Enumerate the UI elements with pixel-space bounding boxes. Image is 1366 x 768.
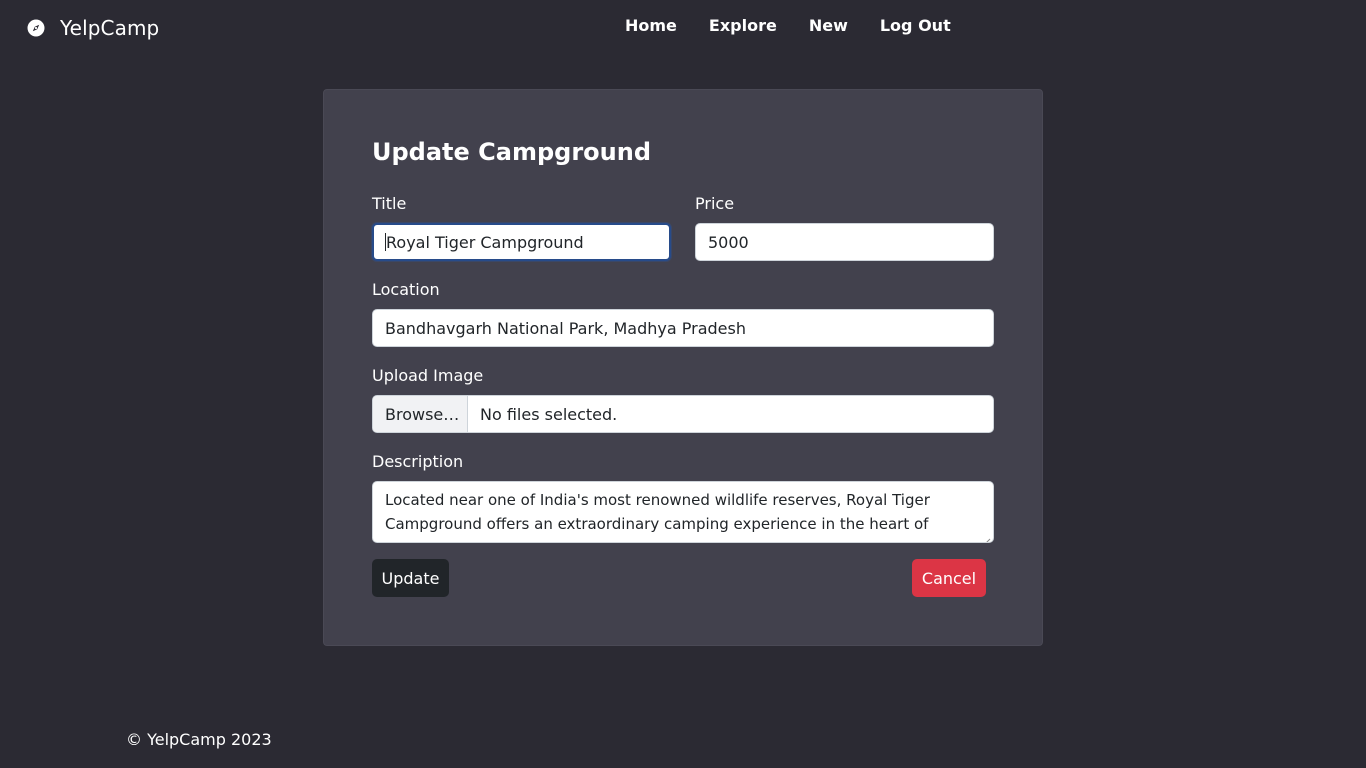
nav-link-explore[interactable]: Explore	[709, 16, 777, 36]
upload-image-label: Upload Image	[372, 366, 484, 385]
brand[interactable]: YelpCamp	[26, 15, 159, 41]
page-title: Update Campground	[372, 138, 651, 166]
resize-grip-icon[interactable]	[981, 530, 991, 542]
price-input-value: 5000	[708, 232, 749, 252]
update-button[interactable]: Update	[372, 559, 449, 597]
title-input[interactable]: Royal Tiger Campground	[372, 223, 671, 261]
location-label: Location	[372, 280, 440, 299]
update-campground-card: Update Campground Title Royal Tiger Camp…	[323, 89, 1043, 646]
cancel-button[interactable]: Cancel	[912, 559, 986, 597]
file-input[interactable]: Browse… No files selected.	[372, 395, 994, 433]
title-label: Title	[372, 194, 407, 213]
price-label: Price	[695, 194, 735, 213]
nav-link-logout[interactable]: Log Out	[880, 16, 951, 36]
nav-links: Home Explore New Log Out	[625, 16, 951, 36]
file-status: No files selected.	[480, 404, 618, 424]
description-label: Description	[372, 452, 464, 471]
nav-link-home[interactable]: Home	[625, 16, 677, 36]
location-input[interactable]: Bandhavgarh National Park, Madhya Prades…	[372, 309, 994, 347]
title-input-value: Royal Tiger Campground	[386, 232, 584, 252]
navbar: YelpCamp Home Explore New Log Out	[0, 0, 1366, 56]
browse-button[interactable]: Browse…	[373, 396, 468, 432]
price-input[interactable]: 5000	[695, 223, 994, 261]
description-value: Located near one of India's most renowne…	[385, 491, 930, 542]
brand-name: YelpCamp	[60, 16, 160, 40]
location-input-value: Bandhavgarh National Park, Madhya Prades…	[385, 318, 746, 338]
description-textarea[interactable]: Located near one of India's most renowne…	[372, 481, 994, 543]
compass-icon	[26, 18, 46, 38]
footer-copyright: © YelpCamp 2023	[126, 730, 272, 749]
nav-link-new[interactable]: New	[809, 16, 848, 36]
